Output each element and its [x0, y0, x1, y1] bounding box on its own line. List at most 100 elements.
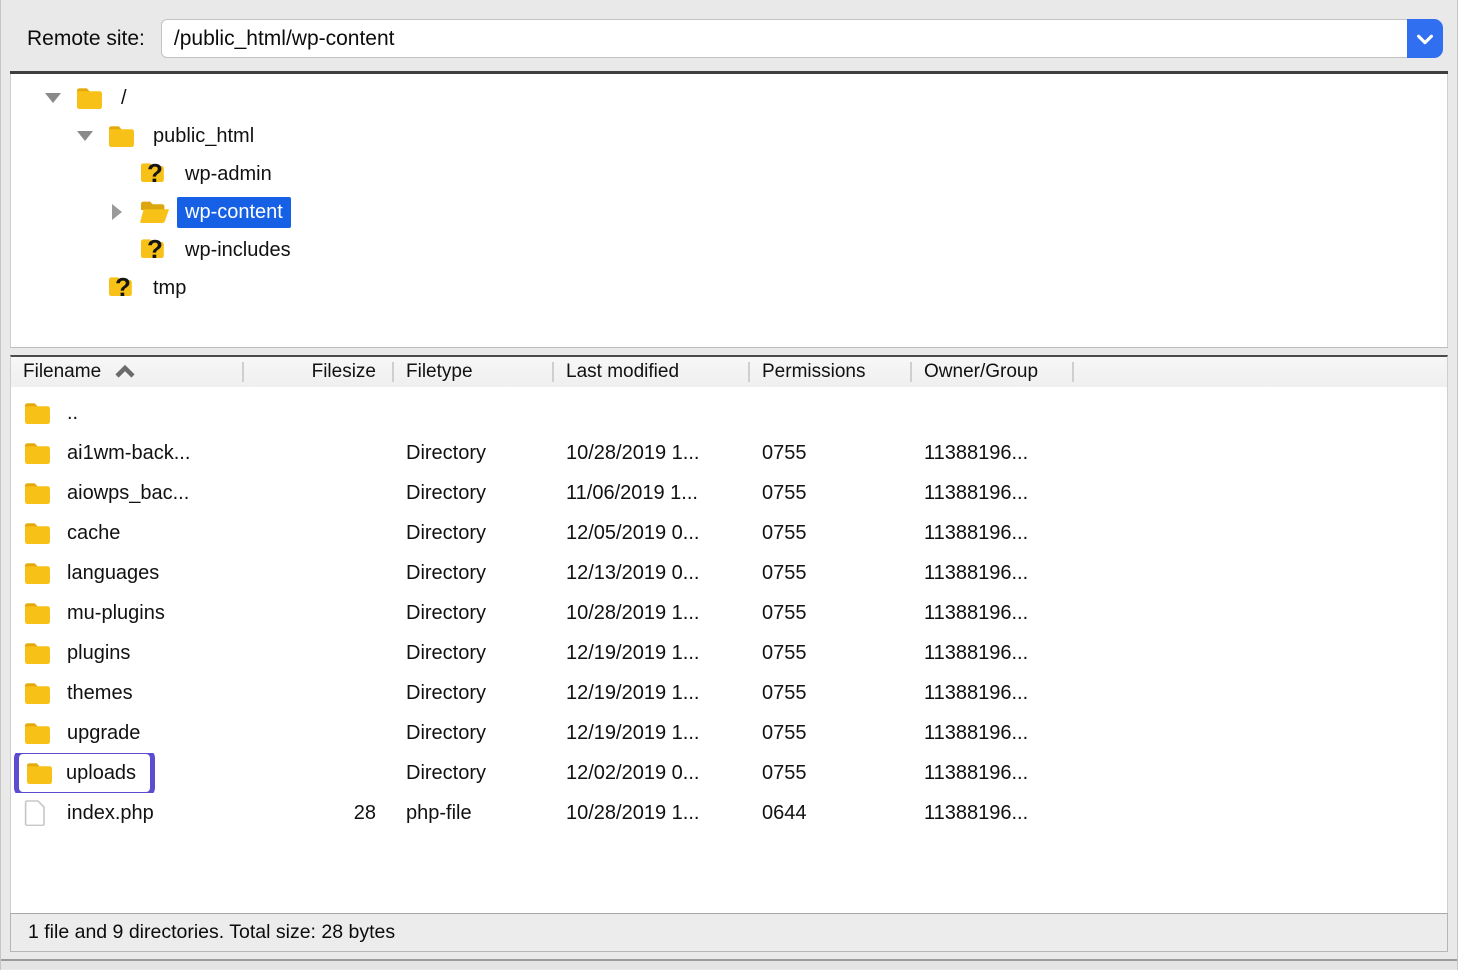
column-header-label: Permissions — [762, 361, 865, 383]
svg-text:?: ? — [147, 236, 163, 264]
filename-cell: mu-plugins — [11, 600, 244, 626]
remote-site-bar: Remote site: — [1, 0, 1457, 71]
folder-icon — [23, 680, 53, 706]
owner-group-cell: 11388196... — [912, 802, 1074, 825]
tree-item-label: wp-content — [177, 197, 291, 228]
filename-label: mu-plugins — [67, 602, 165, 625]
filename-label: cache — [67, 522, 120, 545]
column-header-filetype[interactable]: Filetype — [394, 357, 554, 387]
filetype-cell: Directory — [394, 522, 554, 545]
tree-item[interactable]: ? wp-includes — [11, 231, 1447, 269]
filename-cell: plugins — [11, 640, 244, 666]
filename-cell: aiowps_bac... — [11, 480, 244, 506]
filename-wrap: aiowps_bac... — [23, 480, 189, 506]
permissions-cell: 0755 — [750, 762, 912, 785]
tree-item[interactable]: ? tmp — [11, 269, 1447, 307]
remote-directory-tree: / public_html ? wp-admin wp-content ? wp… — [10, 74, 1448, 347]
file-row[interactable]: index.php 28 php-file 10/28/2019 1... 06… — [11, 793, 1447, 833]
permissions-cell: 0755 — [750, 722, 912, 745]
last-modified-cell: 10/28/2019 1... — [554, 802, 750, 825]
owner-group-cell: 11388196... — [912, 722, 1074, 745]
remote-path-input[interactable] — [161, 19, 1407, 58]
last-modified-cell: 10/28/2019 1... — [554, 602, 750, 625]
filetype-cell: Directory — [394, 682, 554, 705]
column-header-filename[interactable]: Filename — [11, 357, 244, 387]
last-modified-cell: 10/28/2019 1... — [554, 442, 750, 465]
filename-label: upgrade — [67, 722, 140, 745]
tree-item[interactable]: ? wp-admin — [11, 155, 1447, 193]
filetype-cell: Directory — [394, 642, 554, 665]
owner-group-cell: 11388196... — [912, 682, 1074, 705]
filename-label: themes — [67, 682, 133, 705]
filename-cell: languages — [11, 560, 244, 586]
folder-icon — [25, 760, 55, 786]
permissions-cell: 0755 — [750, 522, 912, 545]
svg-text:?: ? — [115, 274, 131, 302]
filename-label: aiowps_bac... — [67, 482, 189, 505]
tree-item-label: / — [113, 83, 135, 114]
column-header-filesize[interactable]: Filesize — [244, 357, 394, 387]
tree-expand-icon[interactable] — [103, 204, 131, 220]
folder-icon — [23, 600, 53, 626]
file-row[interactable]: languages Directory 12/13/2019 0... 0755… — [11, 553, 1447, 593]
file-row[interactable]: aiowps_bac... Directory 11/06/2019 1... … — [11, 473, 1447, 513]
remote-file-list: Filename Filesize Filetype Last modified… — [10, 355, 1448, 913]
column-header-permissions[interactable]: Permissions — [750, 357, 912, 387]
file-row[interactable]: themes Directory 12/19/2019 1... 0755 11… — [11, 673, 1447, 713]
folder-question-icon: ? — [107, 275, 139, 301]
window-bottom-edge — [1, 961, 1457, 969]
filetype-cell: Directory — [394, 562, 554, 585]
column-header-label: Filetype — [406, 361, 473, 383]
tree-collapse-icon[interactable] — [39, 93, 67, 103]
filename-wrap: mu-plugins — [23, 600, 165, 626]
file-row[interactable]: .. — [11, 393, 1447, 433]
folder-icon — [23, 520, 53, 546]
filename-cell: upgrade — [11, 720, 244, 746]
window-bottom-gap — [1, 952, 1457, 959]
file-row[interactable]: uploads Directory 12/02/2019 0... 0755 1… — [11, 753, 1447, 793]
tree-item[interactable]: / — [11, 79, 1447, 117]
remote-path-dropdown-button[interactable] — [1407, 19, 1443, 58]
file-row[interactable]: ai1wm-back... Directory 10/28/2019 1... … — [11, 433, 1447, 473]
folder-icon — [75, 85, 107, 111]
filetype-cell: Directory — [394, 442, 554, 465]
tree-item-label: tmp — [145, 273, 194, 304]
panel-splitter[interactable] — [10, 347, 1448, 355]
last-modified-cell: 11/06/2019 1... — [554, 482, 750, 505]
column-header-last-modified[interactable]: Last modified — [554, 357, 750, 387]
filename-wrap: cache — [23, 520, 120, 546]
chevron-down-icon — [1414, 28, 1436, 50]
permissions-cell: 0644 — [750, 802, 912, 825]
file-row[interactable]: cache Directory 12/05/2019 0... 0755 113… — [11, 513, 1447, 553]
folder-icon — [107, 123, 139, 149]
owner-group-cell: 11388196... — [912, 562, 1074, 585]
status-bar: 1 file and 9 directories. Total size: 28… — [10, 913, 1448, 952]
file-row[interactable]: upgrade Directory 12/19/2019 1... 0755 1… — [11, 713, 1447, 753]
filename-wrap: languages — [23, 560, 159, 586]
file-icon — [23, 800, 53, 826]
file-list-header: Filename Filesize Filetype Last modified… — [11, 357, 1447, 387]
tree-collapse-icon[interactable] — [71, 131, 99, 141]
last-modified-cell: 12/19/2019 1... — [554, 642, 750, 665]
permissions-cell: 0755 — [750, 642, 912, 665]
file-row[interactable]: plugins Directory 12/19/2019 1... 0755 1… — [11, 633, 1447, 673]
tree-item[interactable]: public_html — [11, 117, 1447, 155]
tree-item[interactable]: wp-content — [11, 193, 1447, 231]
column-header-label: Filesize — [312, 361, 376, 383]
folder-open-icon — [139, 199, 171, 225]
filename-cell: .. — [11, 400, 244, 426]
tree-item-label: wp-includes — [177, 235, 299, 266]
filename-wrap: uploads — [14, 753, 155, 793]
file-row[interactable]: mu-plugins Directory 10/28/2019 1... 075… — [11, 593, 1447, 633]
filename-cell: ai1wm-back... — [11, 440, 244, 466]
folder-icon — [23, 640, 53, 666]
filename-cell: cache — [11, 520, 244, 546]
folder-icon — [23, 720, 53, 746]
column-header-label: Filename — [23, 361, 101, 383]
column-header-owner-group[interactable]: Owner/Group — [912, 357, 1074, 387]
remote-path-field-group — [161, 19, 1443, 58]
filesize-cell: 28 — [244, 802, 394, 825]
column-header-filler — [1074, 357, 1447, 387]
column-header-label: Last modified — [566, 361, 679, 383]
last-modified-cell: 12/05/2019 0... — [554, 522, 750, 545]
